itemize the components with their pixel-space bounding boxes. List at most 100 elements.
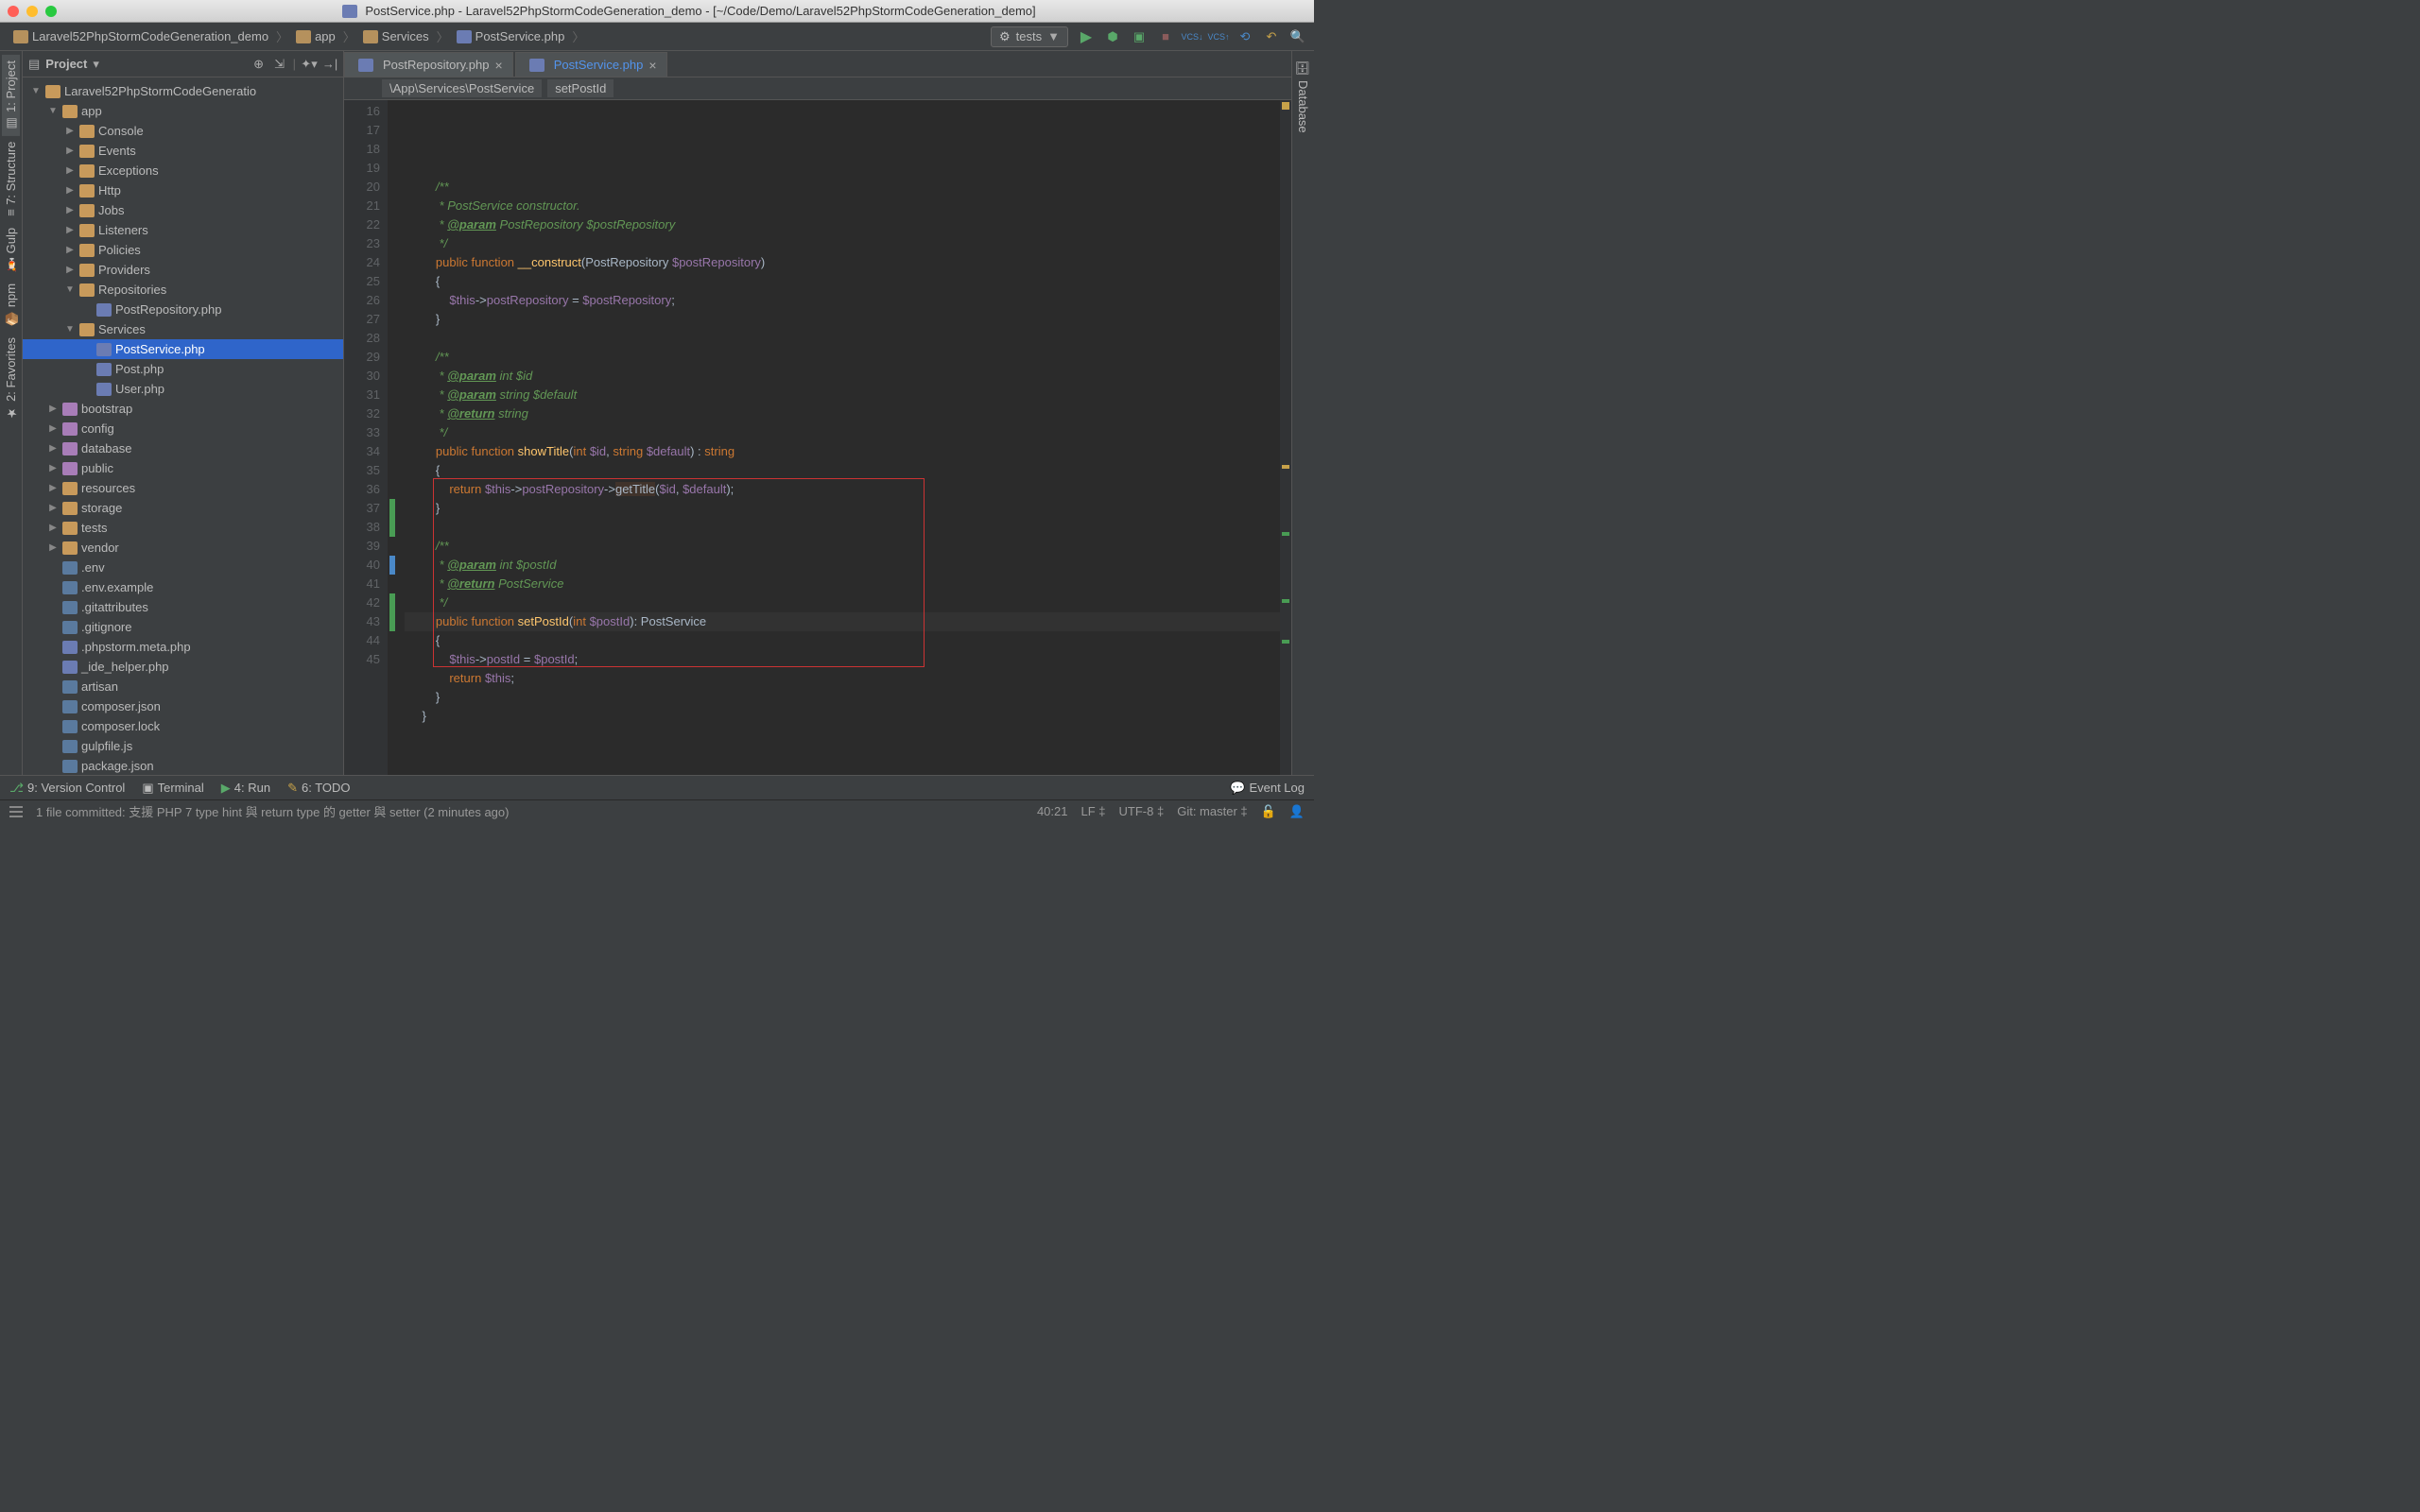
tree-node[interactable]: Jobs — [23, 200, 343, 220]
run-configuration-selector[interactable]: ⚙ tests ▼ — [991, 26, 1068, 47]
tree-node[interactable]: PostRepository.php — [23, 300, 343, 319]
code-line[interactable]: public function __construct(PostReposito… — [405, 253, 1291, 272]
expand-arrow-icon[interactable] — [47, 443, 59, 454]
close-tab-icon[interactable]: × — [648, 58, 656, 73]
editor-tab[interactable]: PostService.php× — [515, 52, 667, 77]
tree-node[interactable]: tests — [23, 518, 343, 538]
expand-arrow-icon[interactable] — [47, 503, 59, 513]
run-tab[interactable]: ▶4: Run — [221, 781, 270, 796]
code-line[interactable]: public function showTitle(int $id, strin… — [405, 442, 1291, 461]
tree-node[interactable]: config — [23, 419, 343, 438]
code-line[interactable]: { — [405, 461, 1291, 480]
side-tab-favorites[interactable]: ★2: Favorites — [2, 332, 20, 425]
expand-arrow-icon[interactable] — [64, 205, 76, 215]
tree-node[interactable]: artisan — [23, 677, 343, 696]
database-tab[interactable]: 🗄Database — [1294, 55, 1312, 138]
hide-icon[interactable]: →| — [322, 57, 337, 72]
code-line[interactable]: * PostService constructor. — [405, 197, 1291, 215]
error-stripe[interactable] — [1280, 100, 1291, 775]
tree-node[interactable]: gulpfile.js — [23, 736, 343, 756]
tree-node[interactable]: .gitignore — [23, 617, 343, 637]
code-line[interactable]: * @param string $default — [405, 386, 1291, 404]
tree-node[interactable]: vendor — [23, 538, 343, 558]
tree-node[interactable]: storage — [23, 498, 343, 518]
code-line[interactable]: { — [405, 631, 1291, 650]
stop-icon[interactable]: ■ — [1157, 28, 1174, 45]
code-line[interactable]: /** — [405, 537, 1291, 556]
expand-arrow-icon[interactable] — [47, 423, 59, 434]
tree-node[interactable]: Http — [23, 180, 343, 200]
code-line[interactable]: * @param PostRepository $postRepository — [405, 215, 1291, 234]
tree-node[interactable]: .env — [23, 558, 343, 577]
code-line[interactable] — [405, 518, 1291, 537]
side-tab-structure[interactable]: ≡7: Structure — [2, 136, 20, 222]
side-tab-gulp[interactable]: 🍹Gulp — [2, 222, 20, 278]
maximize-window-icon[interactable] — [45, 6, 57, 17]
expand-arrow-icon[interactable] — [47, 542, 59, 553]
expand-arrow-icon[interactable] — [64, 265, 76, 275]
tree-node[interactable]: Repositories — [23, 280, 343, 300]
code-line[interactable]: public function setPostId(int $postId): … — [405, 612, 1291, 631]
tree-node[interactable]: Post.php — [23, 359, 343, 379]
code-line[interactable] — [405, 159, 1291, 178]
code-editor[interactable]: 1617181920212223242526272829303132333435… — [344, 100, 1291, 775]
tree-node[interactable]: package.json — [23, 756, 343, 775]
tree-node[interactable]: .phpstorm.meta.php — [23, 637, 343, 657]
tree-node[interactable]: Console — [23, 121, 343, 141]
expand-arrow-icon[interactable] — [64, 245, 76, 255]
debug-icon[interactable]: ⬢ — [1104, 28, 1121, 45]
code-line[interactable]: /** — [405, 178, 1291, 197]
revert-icon[interactable]: ↶ — [1263, 28, 1280, 45]
tree-node[interactable]: _ide_helper.php — [23, 657, 343, 677]
code-line[interactable]: } — [405, 707, 1291, 726]
collapse-icon[interactable]: ⇲ — [272, 57, 287, 72]
code-line[interactable]: /** — [405, 348, 1291, 367]
tree-node[interactable]: Providers — [23, 260, 343, 280]
side-tab-npm[interactable]: 📦npm — [2, 278, 20, 332]
expand-arrow-icon[interactable] — [47, 463, 59, 473]
tree-node[interactable]: resources — [23, 478, 343, 498]
tree-node[interactable]: public — [23, 458, 343, 478]
editor-tab[interactable]: PostRepository.php× — [344, 52, 513, 77]
caret-position[interactable]: 40:21 — [1037, 804, 1068, 818]
code-line[interactable]: */ — [405, 234, 1291, 253]
close-window-icon[interactable] — [8, 6, 19, 17]
history-icon[interactable]: ⟲ — [1236, 28, 1253, 45]
tree-node[interactable]: database — [23, 438, 343, 458]
tree-node[interactable]: app — [23, 101, 343, 121]
breadcrumb-item[interactable]: Services — [357, 27, 435, 45]
close-tab-icon[interactable]: × — [495, 58, 503, 73]
vcs-update-icon[interactable]: VCS↓ — [1184, 28, 1201, 45]
breadcrumb-class[interactable]: \App\Services\PostService — [382, 79, 542, 97]
code-line[interactable]: return $this->postRepository->getTitle($… — [405, 480, 1291, 499]
lock-icon[interactable]: 🔓 — [1261, 804, 1276, 819]
run-button[interactable]: ▶ — [1078, 28, 1095, 45]
minimize-window-icon[interactable] — [26, 6, 38, 17]
version-control-tab[interactable]: ⎇9: Version Control — [9, 781, 125, 796]
git-branch[interactable]: Git: master ‡ — [1177, 804, 1247, 818]
code-line[interactable]: { — [405, 272, 1291, 291]
tree-node[interactable]: composer.json — [23, 696, 343, 716]
code-line[interactable]: * @param int $id — [405, 367, 1291, 386]
code-line[interactable]: } — [405, 499, 1291, 518]
breadcrumb-item[interactable]: app — [290, 27, 341, 45]
code-line[interactable]: */ — [405, 593, 1291, 612]
tree-node[interactable]: Events — [23, 141, 343, 161]
project-tree[interactable]: Laravel52PhpStormCodeGeneratioappConsole… — [23, 77, 343, 775]
tree-node[interactable]: PostService.php — [23, 339, 343, 359]
expand-arrow-icon[interactable] — [30, 86, 42, 96]
tree-node[interactable]: Policies — [23, 240, 343, 260]
tool-windows-icon[interactable] — [9, 806, 23, 817]
expand-arrow-icon[interactable] — [64, 185, 76, 196]
breadcrumb-item[interactable]: PostService.php — [451, 27, 571, 45]
expand-arrow-icon[interactable] — [47, 404, 59, 414]
search-icon[interactable]: 🔍 — [1289, 28, 1306, 45]
expand-arrow-icon[interactable] — [64, 146, 76, 156]
settings-icon[interactable]: ✦▾ — [302, 57, 317, 72]
vcs-commit-icon[interactable]: VCS↑ — [1210, 28, 1227, 45]
tree-node[interactable]: bootstrap — [23, 399, 343, 419]
expand-arrow-icon[interactable] — [47, 483, 59, 493]
code-line[interactable]: $this->postId = $postId; — [405, 650, 1291, 669]
inspector-icon[interactable]: 👤 — [1289, 804, 1305, 819]
code-line[interactable]: return $this; — [405, 669, 1291, 688]
